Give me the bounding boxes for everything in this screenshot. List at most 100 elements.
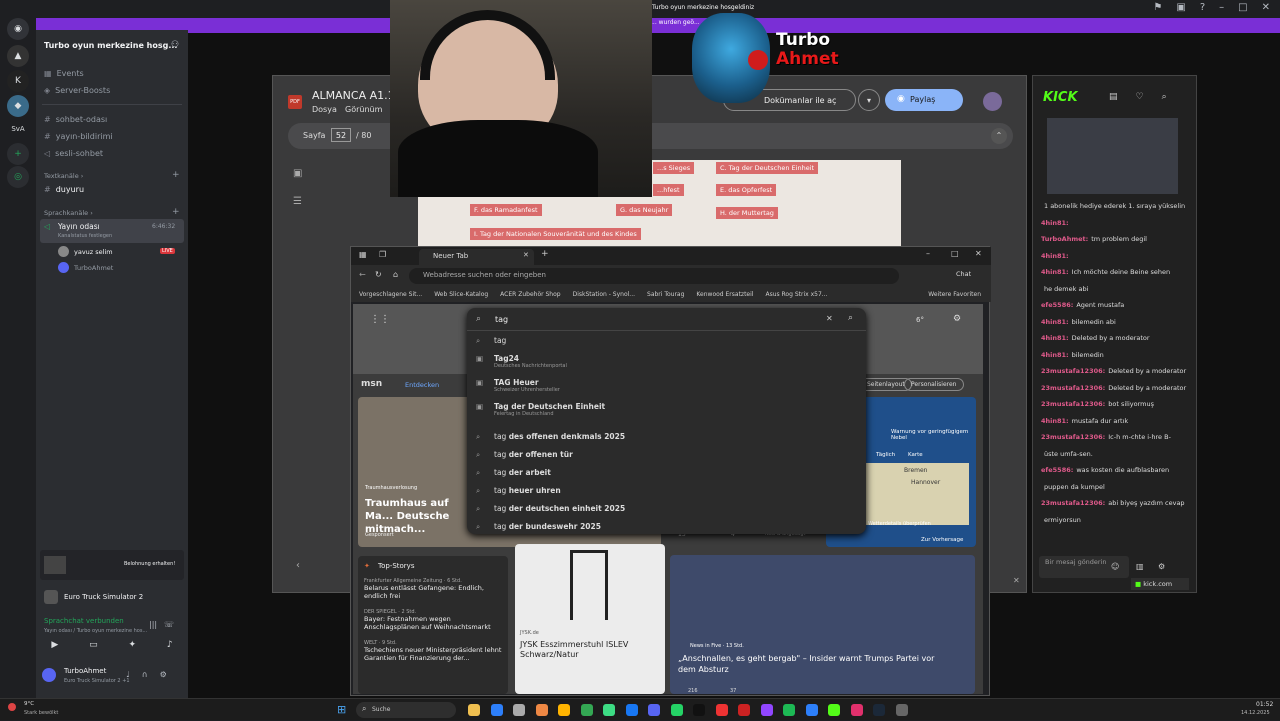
screenshare-icon[interactable]: ▭	[89, 640, 98, 650]
chat-username[interactable]: 4hin81:	[1041, 252, 1069, 260]
gift-icon[interactable]: ▤	[1109, 92, 1118, 102]
app-icon[interactable]	[535, 704, 548, 716]
chat-username[interactable]: efe5586:	[1041, 301, 1073, 309]
avatar[interactable]	[42, 668, 56, 682]
bookmark-item[interactable]: Web Slice-Katalog	[434, 291, 488, 298]
msn-logo[interactable]: msn	[361, 379, 382, 389]
heart-icon[interactable]: ♡	[1136, 92, 1144, 102]
voice-connected-sub[interactable]: Yayın odası / Turbo oyun merkezine hos..…	[44, 628, 147, 634]
suggestion-item[interactable]: ▣ TAG Heuer Schweizer Uhrenhersteller	[476, 378, 560, 393]
search-submit-icon[interactable]: ⌕	[848, 313, 853, 323]
story-item[interactable]: Frankfurter Allgemeine Zeitung · 6 Std. B…	[364, 578, 504, 601]
category-voice[interactable]: Sprachkanäle ›	[44, 209, 93, 217]
spotify-icon[interactable]	[783, 704, 795, 716]
app-icon[interactable]	[895, 704, 908, 716]
voice-channel-active[interactable]: ◁ Yayın odası Kanalstatus festlegen 6:46…	[40, 219, 184, 243]
close-icon[interactable]: ✕	[975, 249, 982, 258]
boosts-item[interactable]: ◈ Server-Boosts	[44, 86, 110, 95]
channel-sohbet[interactable]: # sohbet-odası	[44, 115, 107, 124]
other-favorites[interactable]: Weitere Favoriten	[928, 291, 981, 298]
chat-username[interactable]: 4hin81:	[1041, 334, 1069, 342]
maximize-icon[interactable]: □	[951, 249, 959, 258]
category-text[interactable]: Textkanäle ›	[44, 172, 83, 180]
server-name[interactable]: Turbo oyun merkezine hosg...	[44, 41, 177, 50]
chat-username[interactable]: 4hin81:	[1041, 318, 1069, 326]
steam-icon[interactable]	[873, 704, 885, 716]
file-explorer-icon[interactable]	[468, 704, 480, 716]
news-card-trump[interactable]: News in Five · 13 Std. „Anschnallen, es …	[670, 555, 975, 694]
whatsapp-icon[interactable]	[603, 704, 615, 716]
list-icon[interactable]: ☰	[293, 196, 302, 207]
search-icon[interactable]: ⌕	[1162, 92, 1167, 102]
prev-page-icon[interactable]: ‹	[296, 560, 300, 571]
dropdown-icon[interactable]: ▾	[858, 89, 880, 111]
chat-username[interactable]: 4hin81:	[1041, 351, 1069, 359]
activity-row[interactable]: Euro Truck Simulator 2	[40, 586, 184, 610]
taskbar-search[interactable]: ⌕ Suche	[356, 702, 456, 718]
discover-tab[interactable]: Entdecken	[405, 381, 439, 389]
clock-time[interactable]: 01:52	[1256, 701, 1273, 708]
suggestion-item[interactable]: ▣ Tag der Deutschen Einheit Feiertag in De…	[476, 402, 605, 417]
mic-icon[interactable]: ♩	[126, 670, 130, 679]
kick-icon[interactable]	[828, 704, 840, 716]
bookmark-item[interactable]: Sabri Tourag	[647, 291, 684, 298]
ad-card[interactable]: JYSK.de JYSK Esszimmerstuhl ISLEV Schwar…	[515, 544, 665, 694]
weather-map[interactable]: Bremen Hannover	[866, 463, 969, 525]
new-tab-icon[interactable]: +	[541, 249, 549, 259]
maximize-icon[interactable]: □	[1238, 2, 1247, 13]
menu-view[interactable]: Görünüm	[345, 105, 382, 114]
discord-home-icon[interactable]: ◉	[7, 18, 29, 40]
discord-icon[interactable]	[648, 704, 660, 716]
clear-icon[interactable]: ✕	[826, 314, 833, 323]
close-icon[interactable]: ✕	[1013, 576, 1020, 585]
chat-button[interactable]: Chat	[956, 270, 971, 278]
tab-neuer-tab[interactable]: Neuer Tab ✕	[419, 249, 534, 265]
minimize-icon[interactable]: –	[1219, 2, 1224, 13]
suggestion-item[interactable]: ⌕ tag der arbeit	[476, 468, 551, 477]
chat-username[interactable]: 4hin81:	[1041, 219, 1069, 227]
home-icon[interactable]: ⌂	[393, 270, 398, 279]
story-item[interactable]: WELT · 9 Std. Tschechiens neuer Ministerp…	[364, 640, 504, 663]
whatsapp-icon[interactable]	[670, 704, 683, 716]
back-icon[interactable]: ←	[359, 270, 366, 279]
add-member-icon[interactable]: ⚇	[171, 40, 179, 50]
taskbar-weather[interactable]: 9°C	[24, 701, 34, 707]
app-icon[interactable]	[715, 704, 728, 716]
settings-gear-icon[interactable]: ⚙	[160, 670, 167, 679]
chrome-icon[interactable]	[580, 704, 593, 716]
pin-icon[interactable]: ⚑	[1153, 2, 1162, 13]
voice-user-1[interactable]: yavuz selim	[74, 248, 113, 256]
discover-icon[interactable]: ◎	[7, 166, 29, 188]
weather-widget[interactable]: 6°	[916, 316, 924, 324]
channel-sesli-sohbet[interactable]: ◁ sesli-sohbet	[44, 149, 103, 158]
menu-file[interactable]: Dosya	[312, 105, 337, 114]
windows-start-icon[interactable]: ⊞	[337, 703, 346, 716]
add-server-icon[interactable]: +	[7, 143, 29, 165]
suggestion-item[interactable]: ⌕ tag der bundeswehr 2025	[476, 522, 601, 531]
search-input[interactable]: tag	[495, 315, 508, 324]
events-item[interactable]: ▦ Events	[44, 69, 84, 78]
noise-icon[interactable]: |||	[149, 620, 157, 629]
window-menu-icon[interactable]: ▦	[359, 250, 367, 259]
personalize-button[interactable]: Personalisieren	[904, 378, 964, 391]
activities-icon[interactable]: ✦	[128, 640, 136, 650]
voice-user-2[interactable]: TurboAhmet	[74, 264, 113, 272]
apps-grid-icon[interactable]: ⋮⋮	[370, 314, 390, 325]
emoji-icon[interactable]: ☺	[1111, 562, 1119, 571]
app-icon[interactable]	[513, 704, 525, 716]
chat-username[interactable]: efe5586:	[1041, 466, 1073, 474]
channel-duyuru[interactable]: # duyuru	[44, 185, 84, 194]
gift-icon[interactable]: ▥	[1136, 562, 1144, 571]
story-item[interactable]: DER SPIEGEL · 2 Std. Bayer: Festnahmen we…	[364, 609, 504, 632]
image-icon[interactable]: ▣	[293, 168, 302, 179]
suggestion-item[interactable]: ⌕ tag des offenen denkmals 2025	[476, 432, 625, 441]
camera-icon[interactable]: ▶	[51, 640, 58, 650]
page-number-input[interactable]: 52	[331, 128, 351, 142]
folder-icon[interactable]	[558, 704, 570, 716]
close-tab-icon[interactable]: ✕	[523, 251, 529, 259]
settings-gear-icon[interactable]: ⚙	[1158, 562, 1165, 571]
server-active-icon[interactable]: ◆	[7, 95, 29, 117]
bookmark-item[interactable]: DiskStation - Synol...	[573, 291, 635, 298]
username[interactable]: TurboAhmet	[64, 667, 106, 675]
collapse-icon[interactable]: ⌃	[991, 128, 1007, 144]
